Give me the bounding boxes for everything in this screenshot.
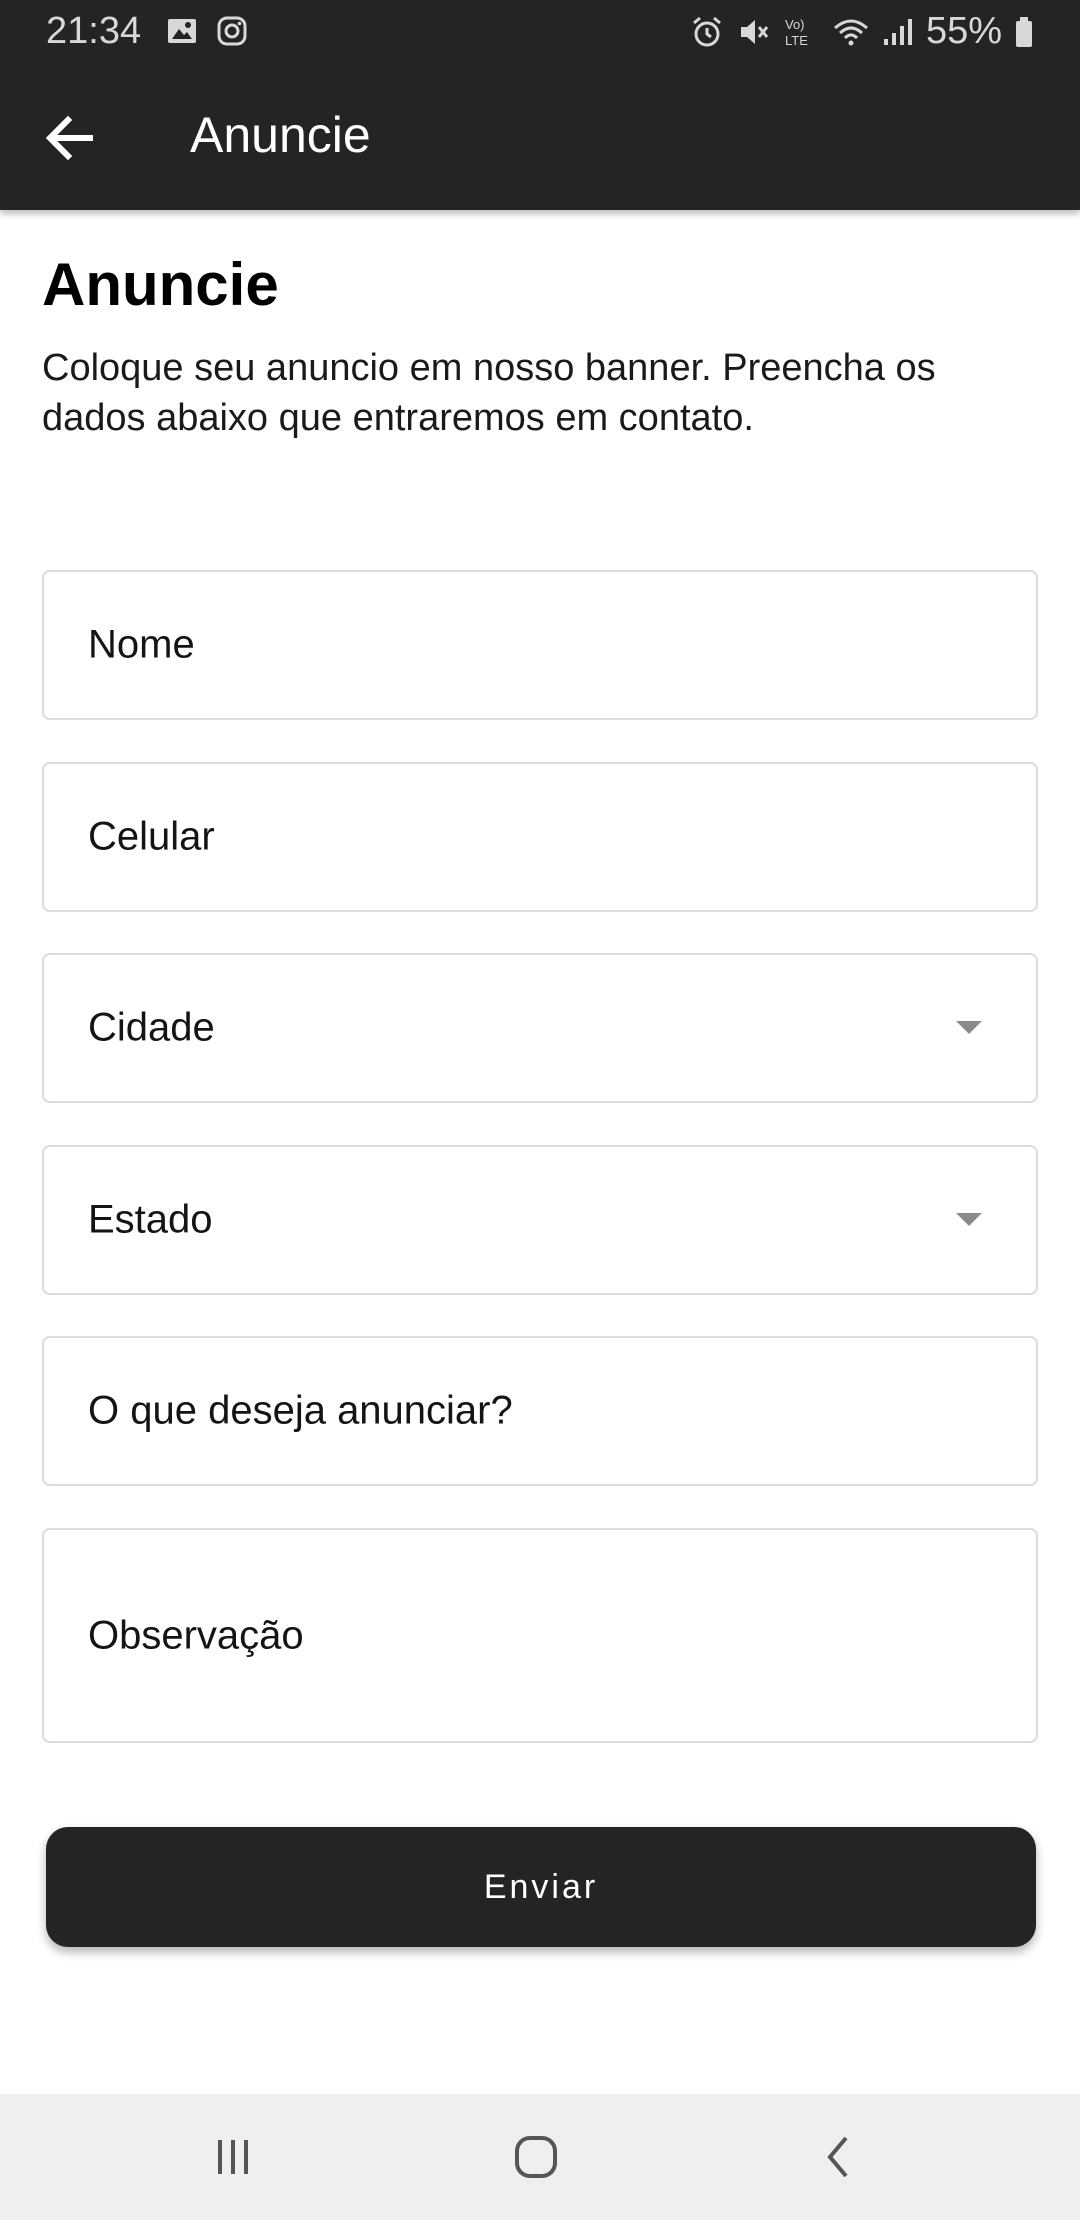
status-time: 21:34 (46, 10, 142, 52)
page-description: Coloque seu anuncio em nosso banner. Pre… (42, 347, 936, 439)
instagram-icon (217, 16, 247, 46)
alarm-icon (692, 16, 721, 46)
battery-percentage: 55% (925, 10, 1002, 52)
arrow-back-icon (45, 115, 93, 161)
wifi-icon (833, 19, 868, 45)
home-button[interactable] (501, 2124, 571, 2190)
recent-apps-icon (218, 2140, 248, 2174)
page-heading: Anuncie (42, 251, 279, 318)
notes-field-label: Observação (88, 1613, 304, 1657)
back-button[interactable] (40, 108, 100, 168)
battery-icon (1016, 16, 1032, 47)
ad-description-field[interactable]: O que deseja anunciar? (42, 1336, 1038, 1486)
city-select-label: Cidade (88, 1005, 215, 1050)
recent-apps-button[interactable] (198, 2124, 268, 2190)
ad-description-field-label: O que deseja anunciar? (88, 1388, 513, 1433)
system-back-button[interactable] (804, 2124, 874, 2190)
status-system-icons: Vo) LTE 55% (690, 10, 1034, 53)
city-select[interactable]: Cidade (42, 953, 1038, 1103)
back-icon (827, 2136, 848, 2178)
lte-label: LTE (785, 33, 808, 48)
name-field-label: Nome (88, 622, 195, 667)
app-bar: Anuncie (0, 64, 1080, 210)
name-field[interactable]: Nome (42, 570, 1038, 720)
dropdown-arrow-icon (956, 1213, 982, 1226)
state-select-label: Estado (88, 1197, 213, 1242)
status-notification-icons (166, 15, 248, 47)
phone-field-label: Celular (88, 814, 215, 859)
status-bar: 21:34 Vo) LTE 55% (0, 0, 1080, 64)
navigation-bar (0, 2094, 1080, 2220)
image-icon (168, 19, 196, 43)
mute-icon (740, 19, 769, 44)
notes-field[interactable]: Observação (42, 1528, 1038, 1743)
signal-icon (883, 18, 912, 45)
state-select[interactable]: Estado (42, 1145, 1038, 1295)
volte-icon: Vo) LTE (785, 17, 808, 48)
dropdown-arrow-icon (956, 1021, 982, 1034)
home-icon (515, 2136, 557, 2178)
phone-field[interactable]: Celular (42, 762, 1038, 912)
submit-button[interactable]: Enviar (46, 1827, 1036, 1947)
volte-label: Vo) (785, 17, 805, 32)
app-bar-title: Anuncie (190, 107, 371, 163)
